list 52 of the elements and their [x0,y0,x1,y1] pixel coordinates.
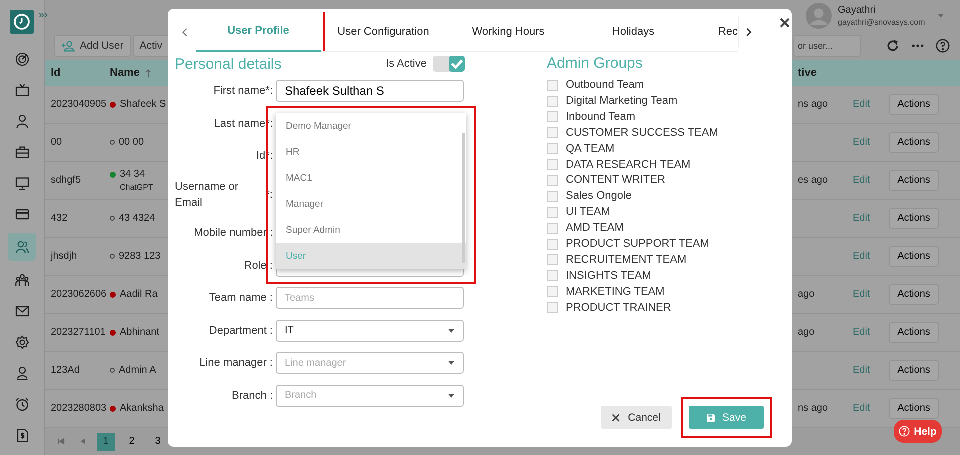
table-cell: ns ago [798,99,828,110]
table-cell-text: 34 34 [120,169,146,180]
table-cell: 00 00 [119,137,144,148]
table-cell: 43 4324 [119,213,156,224]
section-title: Personal details [175,56,282,72]
table-cell: ago [798,327,815,338]
table-cell: Aadil Ra [120,289,158,300]
field-label: Line manager : [198,357,273,369]
field-label: First name*: [212,85,273,97]
checkbox-label: INSIGHTS TEAM [566,270,652,282]
table-cell: Akanksha [120,403,164,414]
checkbox-label: Inbound Team [566,110,636,123]
checkbox-label: Sales Ongole [566,190,632,202]
field-label: Username or Email [175,180,240,210]
toggle-label: Is Active [386,58,427,70]
table-cell: ns ago [798,403,828,414]
table-cell-text: 00 [50,137,64,148]
user-tag: ChatGPT [120,183,154,192]
checkbox-label: MARKETING TEAM [566,286,665,298]
table-cell: Shafeek S [120,99,166,110]
field-label: Mobile number : [193,227,273,239]
section-title: Admin Groups [547,55,644,72]
field-label: Team name : [208,292,273,304]
table-cell-text: 2023040905 [50,99,108,110]
field-label: Role : [243,260,273,272]
table-cell: ago [798,289,815,300]
checkbox-label: RECRUITEMENT TEAM [566,254,687,266]
table-cell-text: 2023280803 [50,403,108,414]
checkbox-label: PRODUCT SUPPORT TEAM [566,238,710,250]
checkbox-label: AMD TEAM [566,222,624,234]
table-cell: Admin A [119,365,156,376]
user-name: Gayathri [838,4,877,16]
checkbox-label: QA TEAM [566,142,615,155]
checkbox-label: DATA RESEARCH TEAM [566,158,691,171]
table-cell-text: jhsdjh [50,251,78,262]
table-cell: es ago [798,175,828,186]
checkbox-label: UI TEAM [566,206,610,218]
table-cell-text: sdhgf5 [50,175,82,186]
table-cell-text: 432 [50,213,69,224]
field-label: Department : [208,324,273,336]
checkbox-label: CUSTOMER SUCCESS TEAM [566,126,718,139]
table-cell: 9283 123 [119,251,161,262]
table-cell: Abhinant [120,327,160,338]
checkbox-label: Outbound Team [566,79,644,92]
checkbox-label: CONTENT WRITER [566,174,666,186]
table-cell-text: 2023271101 [50,327,107,338]
table-cell-text: 2023062606 [50,289,108,300]
table-cell-text: 123Ad [50,365,81,376]
checkbox-label: PRODUCT TRAINER [566,302,672,314]
checkbox-label: Digital Marketing Team [566,95,678,108]
user-email: gayathri@snovasys.com [838,18,926,27]
field-label: Branch : [231,390,273,402]
